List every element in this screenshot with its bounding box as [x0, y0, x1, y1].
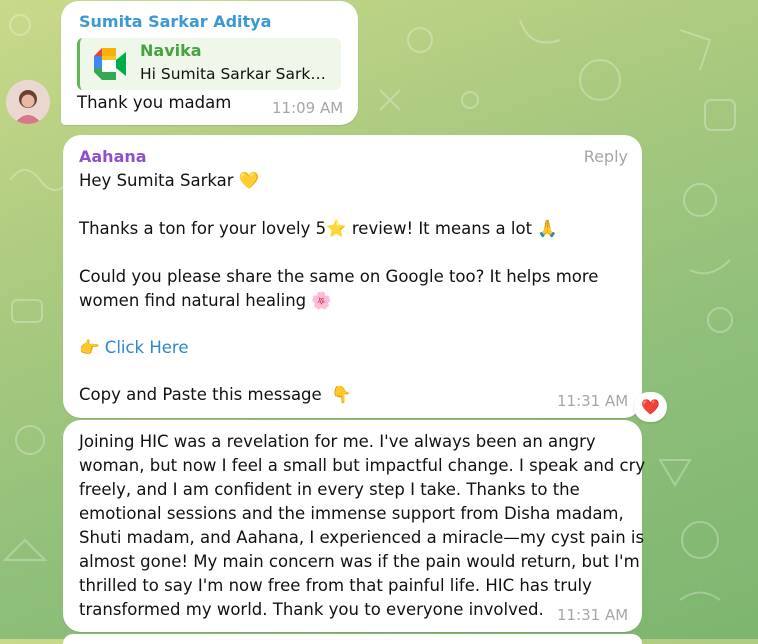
testimonial-line-4: emotional sessions and the immense suppo…: [79, 504, 624, 523]
click-here-link[interactable]: Click Here: [105, 338, 189, 357]
link-line: 👉 Click Here: [79, 336, 189, 360]
star-icon: ⭐: [326, 219, 347, 238]
copy-line: Copy and Paste this message 👇: [79, 383, 351, 407]
share-line-2: women find natural healing 🌸: [79, 289, 332, 313]
copy-text: Copy and Paste this message: [79, 385, 322, 404]
message-time: 11:31 AM: [557, 606, 629, 624]
avatar[interactable]: [6, 80, 50, 124]
sender-name[interactable]: Sumita Sarkar Aditya: [79, 12, 271, 31]
red-heart-icon: ❤️: [641, 398, 660, 416]
next-message-edge: [63, 634, 642, 644]
message-time: 11:09 AM: [272, 99, 344, 117]
thanks-text-part1: Thanks a ton for your lovely 5: [79, 219, 327, 238]
testimonial-line-2: woman, but now I feel a small but impact…: [79, 456, 646, 475]
testimonial-line-6: almost gone! My main concern was if the …: [79, 552, 640, 571]
avatar-photo-icon: [6, 80, 50, 124]
pointing-down-icon: 👇: [330, 385, 352, 404]
testimonial-line-5: Shuti madam, and Aahana, I experienced a…: [79, 528, 645, 547]
heart-reaction[interactable]: ❤️: [634, 392, 667, 422]
reply-preview[interactable]: Navika Hi Sumita Sarkar Sark…: [77, 38, 341, 90]
testimonial-line-8: transformed my world. Thank you to every…: [79, 600, 544, 619]
reply-snippet: Hi Sumita Sarkar Sark…: [140, 65, 326, 83]
thanks-text-part2: review! It means a lot: [346, 219, 533, 238]
thanks-line: Thanks a ton for your lovely 5⭐ review! …: [79, 217, 558, 241]
share-text-2: women find natural healing: [79, 291, 307, 310]
message-bubble-testimonial[interactable]: Joining HIC was a revelation for me. I'v…: [63, 420, 646, 632]
share-line-1: Could you please share the same on Googl…: [79, 267, 599, 286]
greeting-text: Hey Sumita Sarkar: [79, 171, 234, 190]
reply-sender-name: Navika: [140, 41, 202, 60]
sender-name[interactable]: Aahana: [79, 147, 147, 166]
message-bubble-sumita[interactable]: Sumita Sarkar Aditya Navika Hi Sumita Sa…: [61, 1, 358, 125]
folded-hands-icon: 🙏: [537, 219, 558, 238]
message-text: Thank you madam: [77, 93, 232, 112]
testimonial-line-1: Joining HIC was a revelation for me. I'v…: [79, 432, 596, 451]
message-bubble-aahana[interactable]: Aahana Reply Hey Sumita Sarkar 💛 Thanks …: [63, 135, 642, 418]
reply-button[interactable]: Reply: [584, 147, 628, 166]
yellow-heart-icon: 💛: [238, 171, 260, 190]
pointing-right-icon: 👉: [79, 338, 100, 357]
greeting-line: Hey Sumita Sarkar 💛: [79, 169, 259, 193]
testimonial-line-3: freely, and I am confident in every step…: [79, 480, 580, 499]
blossom-icon: 🌸: [311, 291, 332, 310]
google-meet-icon: [90, 44, 130, 88]
message-time: 11:31 AM: [557, 392, 629, 410]
testimonial-line-7: thrilled to say I'm now free from that p…: [79, 576, 592, 595]
